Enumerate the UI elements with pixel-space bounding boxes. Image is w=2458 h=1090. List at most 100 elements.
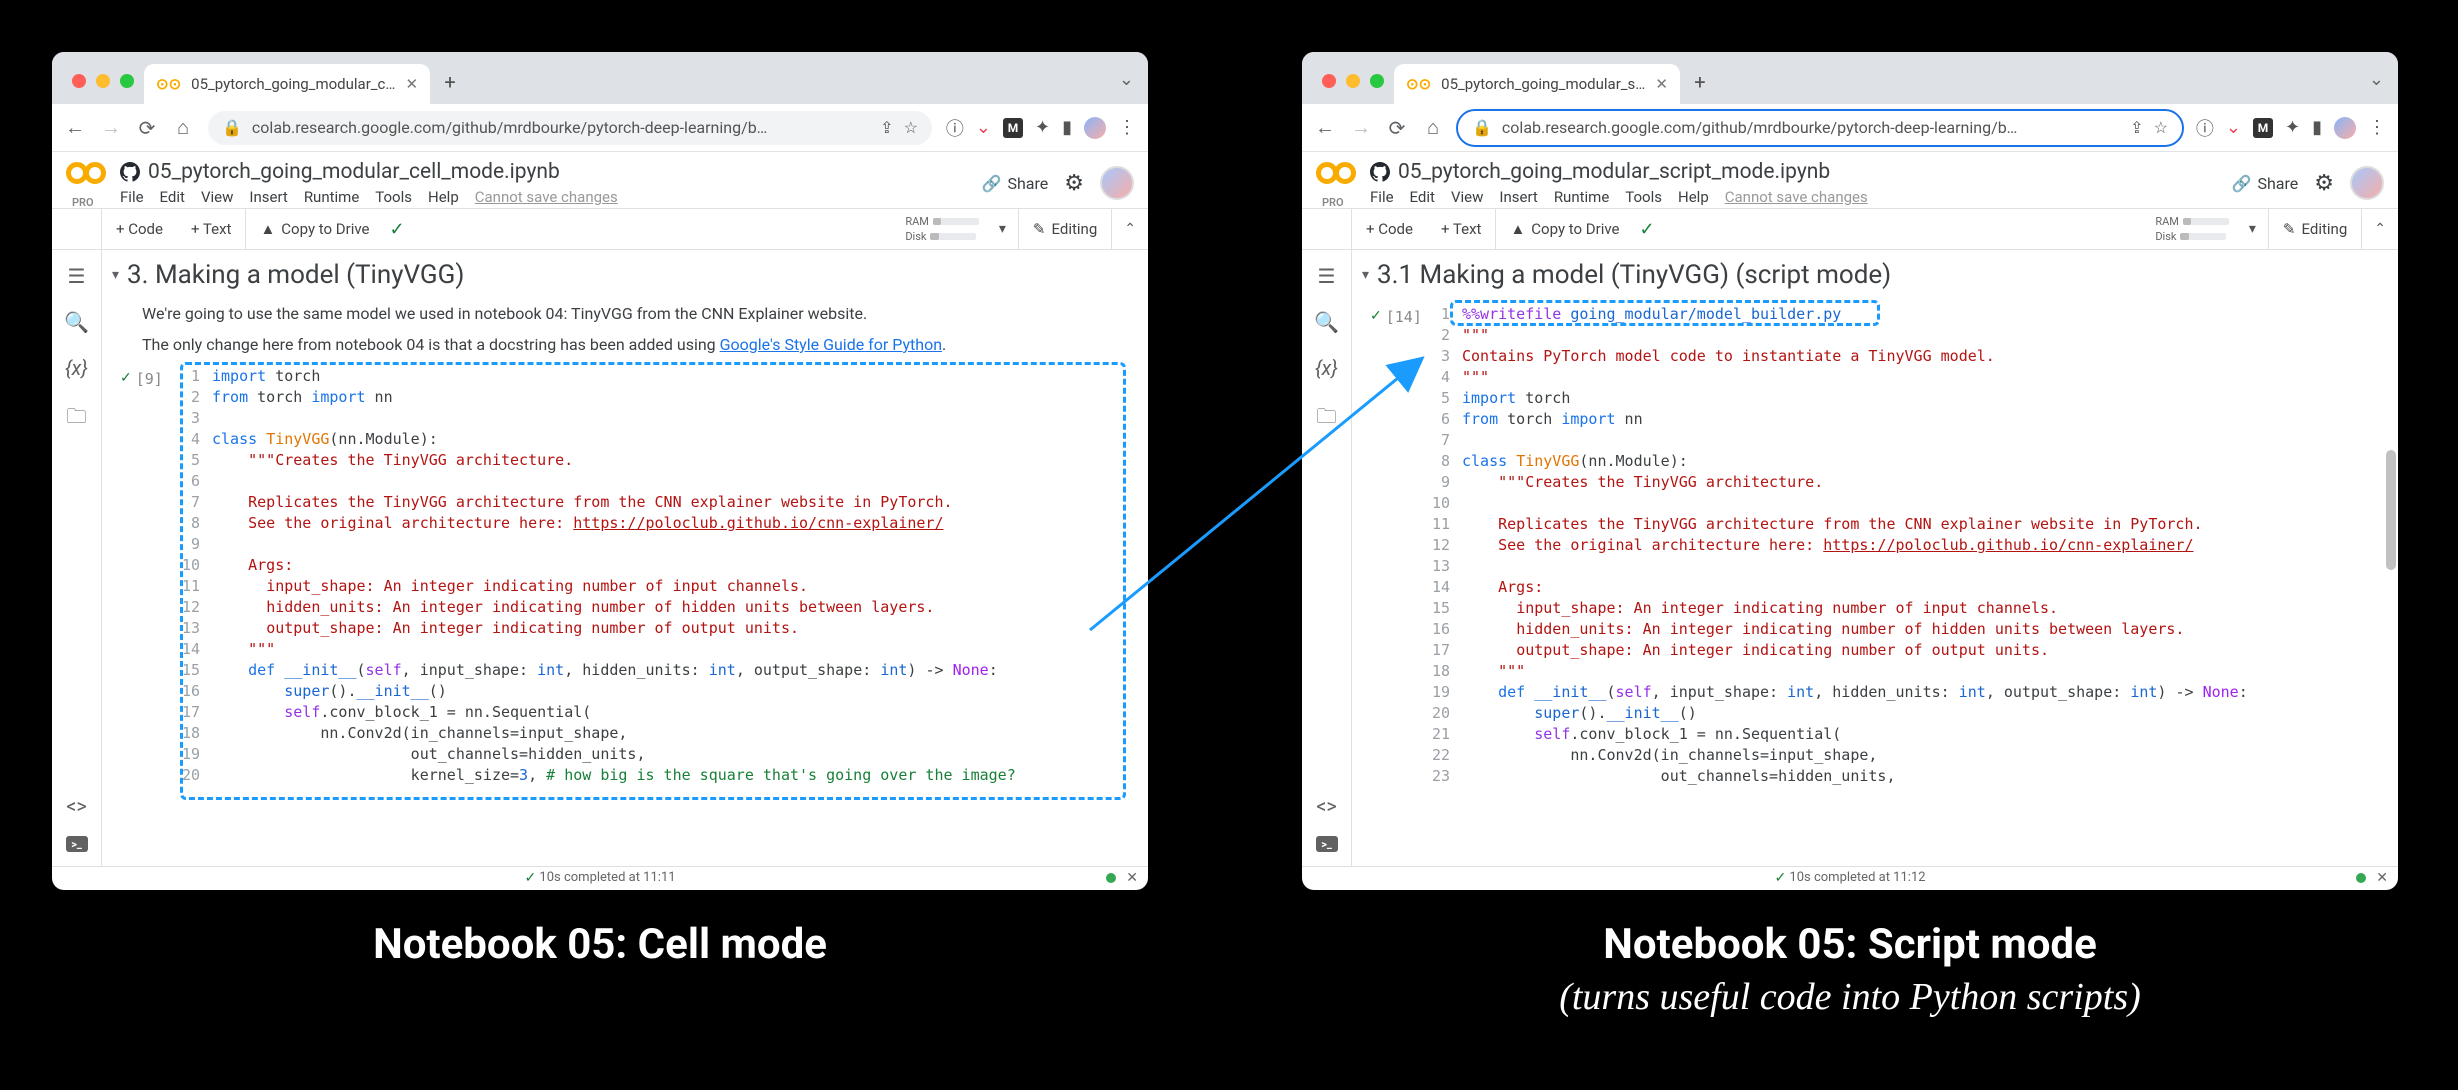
code-line[interactable]: 5import torch	[1430, 388, 2378, 409]
puzzle-icon[interactable]: ✦	[1035, 117, 1050, 138]
code-line[interactable]: 23 out_channels=hidden_units,	[1430, 766, 2378, 787]
menu-file[interactable]: File	[120, 188, 144, 206]
menu-help[interactable]: Help	[1678, 188, 1709, 206]
new-tab-button[interactable]: +	[1680, 70, 1720, 104]
info-icon[interactable]: ⓘ	[946, 115, 964, 141]
collapse-toolbar-icon[interactable]: ⌃	[1112, 221, 1148, 237]
user-avatar-icon[interactable]	[2350, 166, 2384, 200]
toc-icon[interactable]: ☰	[68, 264, 86, 288]
share-url-icon[interactable]: ⇪	[880, 118, 893, 137]
line-content[interactable]: out_channels=hidden_units,	[1462, 766, 1895, 787]
code-line[interactable]: 12 See the original architecture here: h…	[1430, 535, 2378, 556]
pocket-icon[interactable]: ⌄	[976, 117, 991, 138]
line-content[interactable]: kernel_size=3, # how big is the square t…	[212, 765, 1016, 786]
code-line[interactable]: 2from torch import nn	[180, 387, 1128, 408]
code-line[interactable]: 4class TinyVGG(nn.Module):	[180, 429, 1128, 450]
line-content[interactable]: """	[1462, 661, 1525, 682]
code-line[interactable]: 1%%writefile going_modular/model_builder…	[1430, 304, 2378, 325]
code-line[interactable]: 8 See the original architecture here: ht…	[180, 513, 1128, 534]
code-line[interactable]: 1import torch	[180, 366, 1128, 387]
code-line[interactable]: 16 hidden_units: An integer indicating n…	[1430, 619, 2378, 640]
line-content[interactable]: See the original architecture here: http…	[1462, 535, 2194, 556]
notebook-content[interactable]: ▾ 3.1 Making a model (TinyVGG) (script m…	[1352, 250, 2398, 866]
code-line[interactable]: 20 kernel_size=3, # how big is the squar…	[180, 765, 1128, 786]
notebook-title[interactable]: 05_pytorch_going_modular_cell_mode.ipynb	[148, 160, 560, 184]
code-line[interactable]: 10	[1430, 493, 2378, 514]
variables-icon[interactable]: {x}	[65, 356, 88, 380]
close-window-icon[interactable]	[1322, 74, 1336, 88]
line-content[interactable]: import torch	[1462, 388, 1570, 409]
colab-logo-icon[interactable]: PRO	[1316, 162, 1360, 206]
browser-tab[interactable]: ⊙⊙ 05_pytorch_going_modular_c… ✕	[144, 64, 430, 104]
share-url-icon[interactable]: ⇪	[2130, 118, 2143, 137]
line-content[interactable]: hidden_units: An integer indicating numb…	[212, 597, 934, 618]
line-content[interactable]: hidden_units: An integer indicating numb…	[1462, 619, 2184, 640]
colab-logo-icon[interactable]: PRO	[66, 162, 110, 206]
code-line[interactable]: 6from torch import nn	[1430, 409, 2378, 430]
tab-close-icon[interactable]: ✕	[405, 75, 418, 93]
code-editor[interactable]: 1import torch2from torch import nn34clas…	[176, 366, 1132, 786]
back-icon[interactable]: ←	[64, 115, 86, 140]
code-line[interactable]: 18 nn.Conv2d(in_channels=input_shape,	[180, 723, 1128, 744]
line-content[interactable]: Replicates the TinyVGG architecture from…	[1462, 514, 2203, 535]
puzzle-icon[interactable]: ✦	[2285, 117, 2300, 138]
code-line[interactable]: 7 Replicates the TinyVGG architecture fr…	[180, 492, 1128, 513]
line-content[interactable]: output_shape: An integer indicating numb…	[1462, 640, 2049, 661]
menu-view[interactable]: View	[1451, 188, 1483, 206]
code-line[interactable]: 21 self.conv_block_1 = nn.Sequential(	[1430, 724, 2378, 745]
vertical-scrollbar[interactable]	[2386, 450, 2396, 570]
browser-tab[interactable]: ⊙⊙ 05_pytorch_going_modular_s… ✕	[1394, 64, 1680, 104]
info-icon[interactable]: ⓘ	[2196, 115, 2214, 141]
line-content[interactable]: input_shape: An integer indicating numbe…	[1462, 598, 2058, 619]
line-content[interactable]: class TinyVGG(nn.Module):	[212, 429, 438, 450]
line-content[interactable]: import torch	[212, 366, 320, 387]
code-snippets-icon[interactable]: <>	[1316, 794, 1337, 818]
add-text-button[interactable]: + Text	[1427, 220, 1495, 238]
code-line[interactable]: 3	[180, 408, 1128, 429]
code-line[interactable]: 6	[180, 471, 1128, 492]
browser-menu-icon[interactable]: ⋮	[1118, 117, 1136, 138]
line-content[interactable]: input_shape: An integer indicating numbe…	[212, 576, 808, 597]
menu-edit[interactable]: Edit	[1410, 188, 1435, 206]
menu-file[interactable]: File	[1370, 188, 1394, 206]
search-icon[interactable]: 🔍	[64, 310, 89, 334]
resource-menu-icon[interactable]: ▾	[2237, 221, 2268, 237]
pocket-icon[interactable]: ⌄	[2226, 117, 2241, 138]
menu-tools[interactable]: Tools	[375, 188, 412, 206]
bookmark-icon[interactable]: ▮	[2312, 117, 2322, 138]
menu-edit[interactable]: Edit	[160, 188, 185, 206]
tab-close-icon[interactable]: ✕	[1655, 75, 1668, 93]
code-editor[interactable]: 1%%writefile going_modular/model_builder…	[1426, 304, 2382, 787]
menu-help[interactable]: Help	[428, 188, 459, 206]
star-icon[interactable]: ☆	[904, 118, 918, 137]
line-content[interactable]: nn.Conv2d(in_channels=input_shape,	[1462, 745, 1877, 766]
copy-to-drive-button[interactable]: ▲ Copy to Drive	[246, 220, 383, 238]
tab-overflow-icon[interactable]: ⌄	[2369, 69, 2398, 104]
code-line[interactable]: 9	[180, 534, 1128, 555]
share-button[interactable]: 🔗 Share	[2232, 174, 2299, 193]
bookmark-icon[interactable]: ▮	[1062, 117, 1072, 138]
code-line[interactable]: 12 hidden_units: An integer indicating n…	[180, 597, 1128, 618]
menu-view[interactable]: View	[201, 188, 233, 206]
code-line[interactable]: 5 """Creates the TinyVGG architecture.	[180, 450, 1128, 471]
code-line[interactable]: 20 super().__init__()	[1430, 703, 2378, 724]
code-line[interactable]: 17 self.conv_block_1 = nn.Sequential(	[180, 702, 1128, 723]
line-content[interactable]: from torch import nn	[1462, 409, 1643, 430]
resource-indicator[interactable]: RAM Disk	[905, 215, 987, 243]
line-content[interactable]: self.conv_block_1 = nn.Sequential(	[212, 702, 591, 723]
code-cell[interactable]: ✓ [14] 1%%writefile going_modular/model_…	[1370, 304, 2382, 787]
line-content[interactable]: Replicates the TinyVGG architecture from…	[212, 492, 953, 513]
line-content[interactable]: See the original architecture here: http…	[212, 513, 944, 534]
profile-avatar-icon[interactable]	[2334, 117, 2356, 139]
line-content[interactable]: class TinyVGG(nn.Module):	[1462, 451, 1688, 472]
line-content[interactable]: super().__init__()	[212, 681, 447, 702]
code-line[interactable]: 15 input_shape: An integer indicating nu…	[1430, 598, 2378, 619]
menu-insert[interactable]: Insert	[249, 188, 287, 206]
share-button[interactable]: 🔗 Share	[982, 174, 1049, 193]
menu-runtime[interactable]: Runtime	[304, 188, 359, 206]
code-line[interactable]: 19 def __init__(self, input_shape: int, …	[1430, 682, 2378, 703]
resource-menu-icon[interactable]: ▾	[987, 221, 1018, 237]
new-tab-button[interactable]: +	[430, 70, 470, 104]
line-content[interactable]: super().__init__()	[1462, 703, 1697, 724]
notebook-title[interactable]: 05_pytorch_going_modular_script_mode.ipy…	[1398, 160, 1830, 184]
